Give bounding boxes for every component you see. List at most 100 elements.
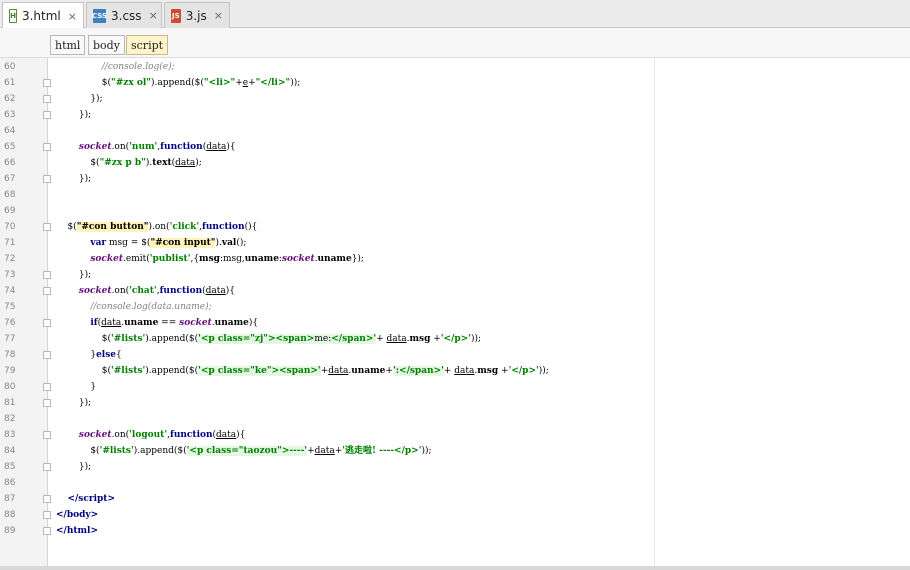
code-line[interactable]: 89 </html> (0, 523, 650, 539)
code-line[interactable]: 62 }); (0, 91, 650, 107)
horizontal-scrollbar[interactable] (0, 566, 910, 570)
code-text: }); (56, 110, 92, 120)
code-line[interactable]: 67 }); (0, 171, 650, 187)
code-text: $("#zx ol").append($("<li>"+e+"</li>")); (56, 78, 301, 88)
code-line[interactable]: 76 if(data.uname == socket.uname){ (0, 315, 650, 331)
close-icon[interactable]: × (214, 9, 223, 22)
code-line[interactable]: 85 }); (0, 459, 650, 475)
code-line[interactable]: 60 //console.log(e); (0, 59, 650, 75)
fold-marker-icon[interactable] (43, 383, 51, 391)
code-text: }); (56, 398, 92, 408)
css-file-icon: CSS (92, 8, 107, 23)
code-text: $("#con button").on('click',function(){ (56, 222, 258, 232)
line-number: 78 (4, 350, 16, 360)
fold-marker-icon[interactable] (43, 287, 51, 295)
code-line[interactable]: 79 $('#lists').append($('<p class="ke"><… (0, 363, 650, 379)
tab-3-css[interactable]: CSS 3.css × (86, 2, 162, 28)
code-line[interactable]: 87 </script> (0, 491, 650, 507)
fold-marker-icon[interactable] (43, 431, 51, 439)
tab-3-html[interactable]: H 3.html × (2, 2, 84, 29)
code-text: socket.on('logout',function(data){ (78, 430, 246, 440)
line-number: 86 (4, 478, 16, 488)
code-line[interactable]: 88 </body> (0, 507, 650, 523)
code-line[interactable]: 64 (0, 123, 650, 139)
breadcrumb: html body script (0, 28, 910, 58)
code-line[interactable]: 63 }); (0, 107, 650, 123)
code-line[interactable]: 61 $("#zx ol").append($("<li>"+e+"</li>"… (0, 75, 650, 91)
code-text: }); (56, 94, 103, 104)
fold-marker-icon[interactable] (43, 223, 51, 231)
code-line[interactable]: 86 (0, 475, 650, 491)
close-icon[interactable]: × (68, 10, 77, 23)
code-line[interactable]: 71 var msg = $("#con input").val(); (0, 235, 650, 251)
code-text: </script> (67, 494, 115, 504)
code-text: }); (56, 174, 92, 184)
code-text: </body> (56, 510, 99, 520)
fold-marker-icon[interactable] (43, 79, 51, 87)
code-line[interactable]: 82 (0, 411, 650, 427)
code-line[interactable]: 66 $("#zx p b").text(data); (0, 155, 650, 171)
line-number: 75 (4, 302, 16, 312)
fold-marker-icon[interactable] (43, 111, 51, 119)
fold-marker-icon[interactable] (43, 463, 51, 471)
code-line[interactable]: 65 socket.on('num',function(data){ (0, 139, 650, 155)
fold-marker-icon[interactable] (43, 95, 51, 103)
code-text: if(data.uname == socket.uname){ (90, 318, 259, 328)
code-text: $('#lists').append($('<p class="ke"><spa… (56, 366, 549, 376)
code-text: $('#lists').append($('<p class="taozou">… (56, 446, 432, 456)
code-line[interactable]: 73 }); (0, 267, 650, 283)
tab-label: 3.js (185, 8, 207, 23)
line-number: 79 (4, 366, 16, 376)
fold-marker-icon[interactable] (43, 511, 51, 519)
fold-marker-icon[interactable] (43, 271, 51, 279)
code-editor[interactable]: 60 //console.log(e); 61 $("#zx ol").appen… (0, 58, 910, 568)
line-number: 69 (4, 206, 16, 216)
line-number: 65 (4, 142, 16, 152)
line-number: 83 (4, 430, 16, 440)
code-text: }); (56, 270, 92, 280)
line-number: 87 (4, 494, 16, 504)
code-line[interactable]: 75 //console.log(data.uname); (0, 299, 650, 315)
fold-marker-icon[interactable] (43, 527, 51, 535)
fold-marker-icon[interactable] (43, 175, 51, 183)
line-number: 64 (4, 126, 16, 136)
line-number: 88 (4, 510, 16, 520)
code-line[interactable]: 78 }else{ (0, 347, 650, 363)
breadcrumb-script[interactable]: script (126, 35, 169, 55)
code-line[interactable]: 81 }); (0, 395, 650, 411)
line-number: 73 (4, 270, 16, 280)
code-text: //console.log(data.uname); (56, 302, 212, 312)
line-number: 61 (4, 78, 16, 88)
code-line[interactable]: 74 socket.on('chat',function(data){ (0, 283, 650, 299)
breadcrumb-body[interactable]: body (88, 35, 125, 55)
line-number: 76 (4, 318, 16, 328)
code-line[interactable]: 84 $('#lists').append($('<p class="taozo… (0, 443, 650, 459)
code-line[interactable]: 83 socket.on('logout',function(data){ (0, 427, 650, 443)
code-line[interactable]: 68 (0, 187, 650, 203)
fold-marker-icon[interactable] (43, 143, 51, 151)
fold-marker-icon[interactable] (43, 495, 51, 503)
tab-3-js[interactable]: JS 3.js × (164, 2, 230, 28)
line-number: 63 (4, 110, 16, 120)
line-number: 89 (4, 526, 16, 536)
line-number: 70 (4, 222, 16, 232)
line-number: 62 (4, 94, 16, 104)
breadcrumb-html[interactable]: html (50, 35, 86, 55)
code-text: socket.emit('publist',{msg:msg,uname:soc… (90, 254, 364, 264)
code-text: socket.on('chat',function(data){ (78, 286, 235, 296)
code-text: $('#lists').append($('<p class="zj"><spa… (56, 334, 482, 344)
code-line[interactable]: 69 (0, 203, 650, 219)
fold-marker-icon[interactable] (43, 319, 51, 327)
code-line[interactable]: 72 socket.emit('publist',{msg:msg,uname:… (0, 251, 650, 267)
fold-marker-icon[interactable] (43, 351, 51, 359)
code-text: $("#zx p b").text(data); (56, 158, 202, 168)
code-line[interactable]: 70 $("#con button").on('click',function(… (0, 219, 650, 235)
code-line[interactable]: 80 } (0, 379, 650, 395)
close-icon[interactable]: × (149, 9, 158, 22)
line-number: 67 (4, 174, 16, 184)
fold-marker-icon[interactable] (43, 399, 51, 407)
code-line[interactable]: 77 $('#lists').append($('<p class="zj"><… (0, 331, 650, 347)
code-text: </html> (56, 526, 99, 536)
code-text: //console.log(e); (56, 62, 175, 72)
code-text: }); (56, 462, 92, 472)
